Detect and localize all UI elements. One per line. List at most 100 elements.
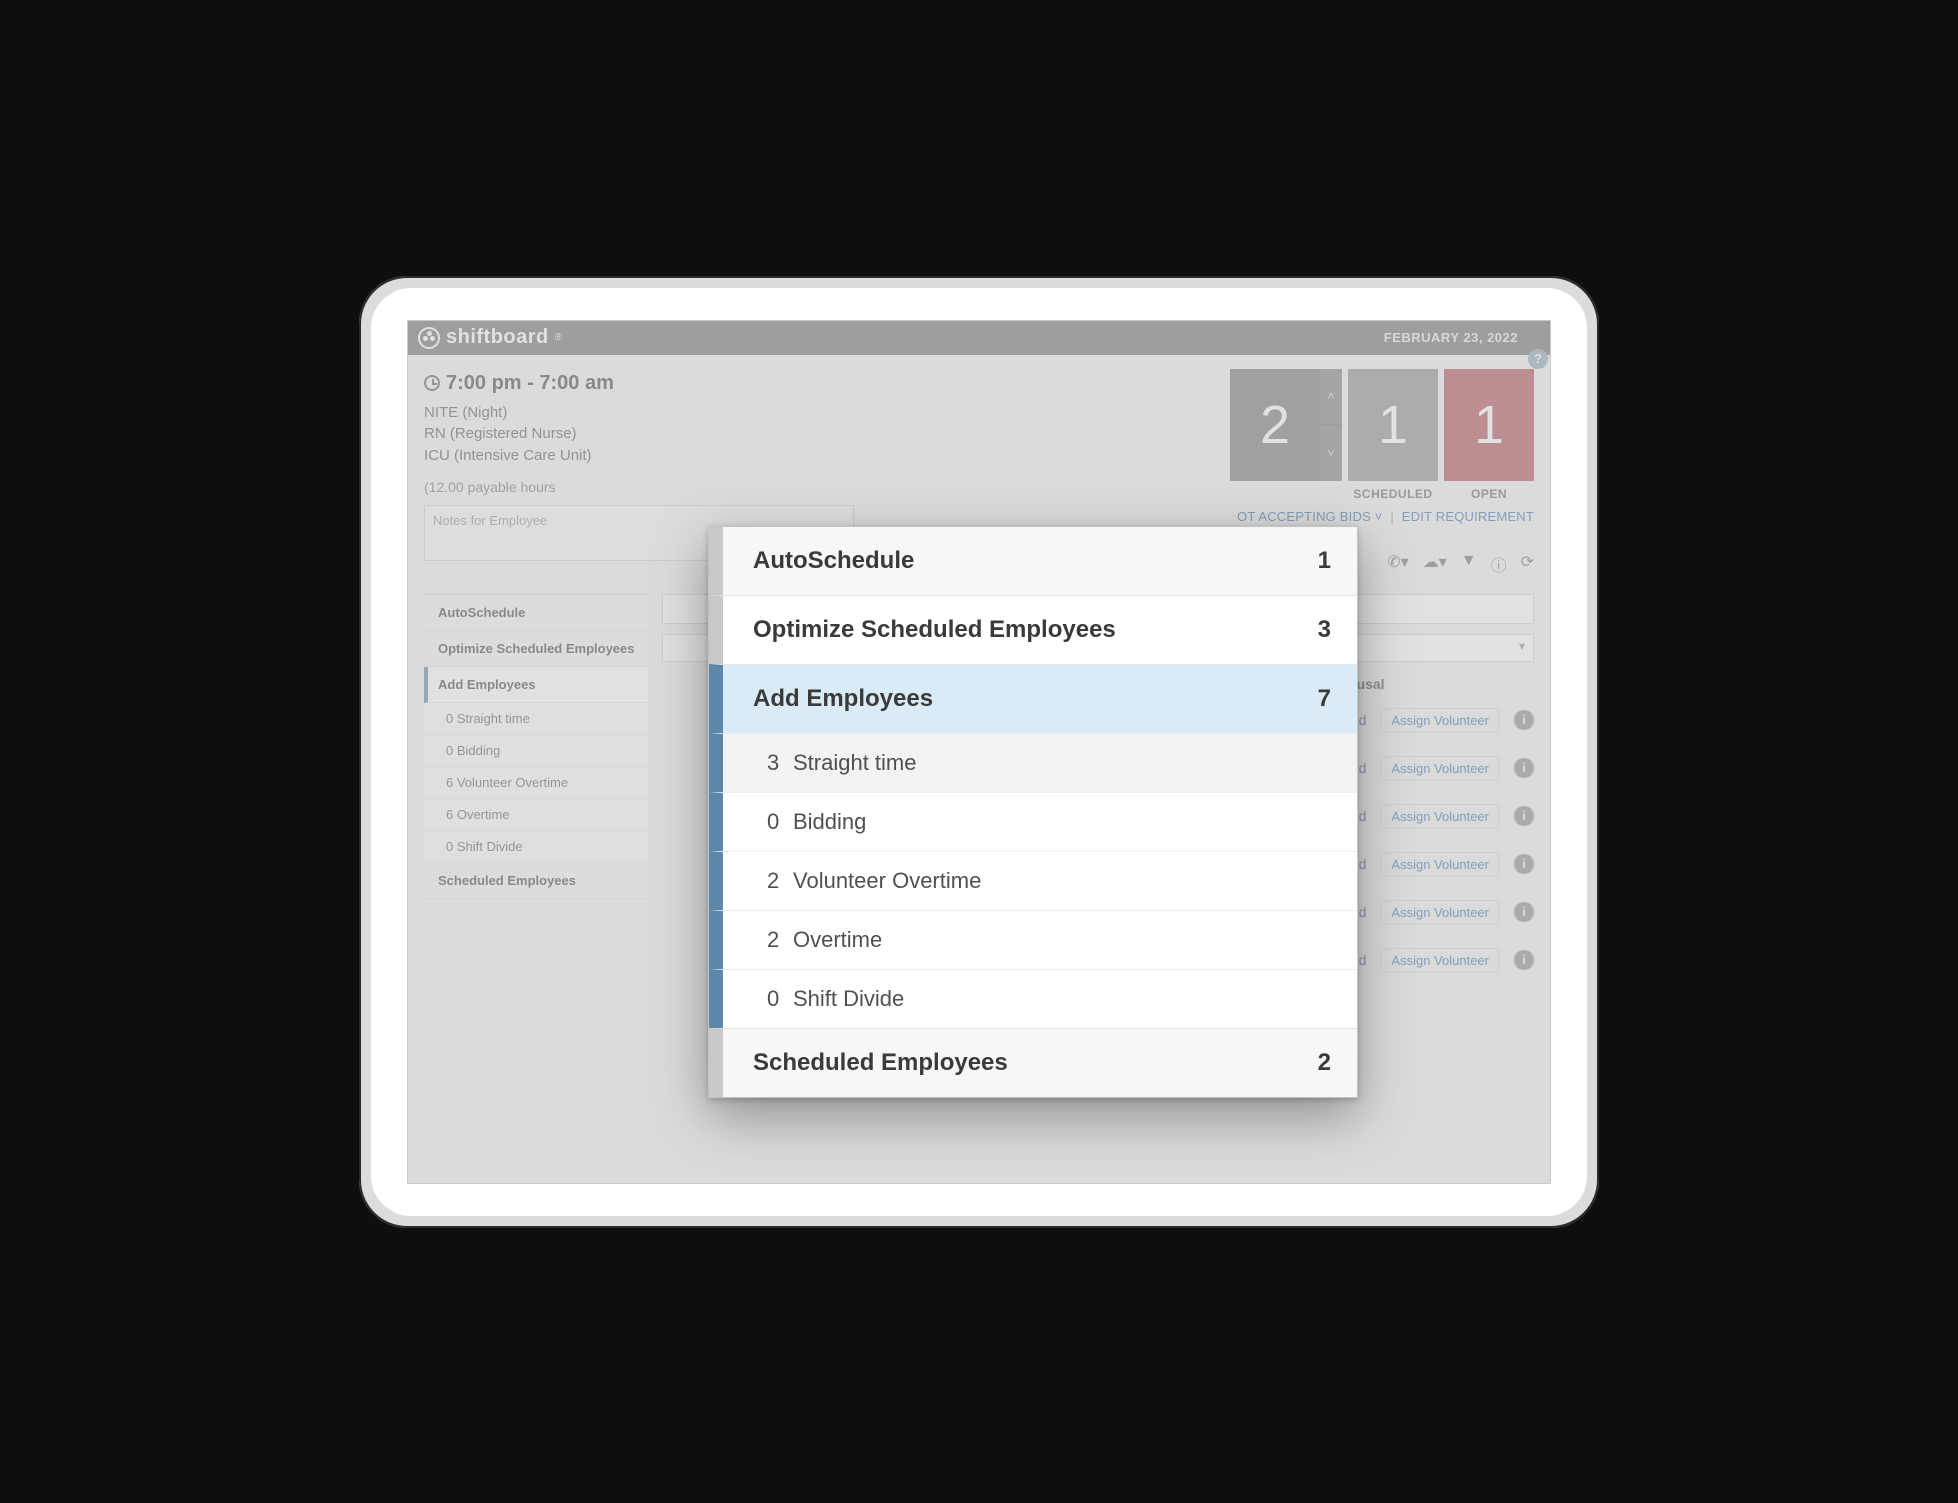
edit-requirement-link[interactable]: EDIT REQUIREMENT [1402,509,1534,524]
counter-scheduled-value: 1 [1378,394,1408,456]
sidebar-sub-0-label: 0 Straight time [446,711,530,726]
phone-icon[interactable]: ✆▾ [1387,552,1408,576]
sidebar: AutoSchedule Optimize Scheduled Employee… [424,594,648,979]
filter-icon[interactable]: ▼ [1461,552,1477,576]
tablet-bezel: shiftboard® FEBRUARY 23, 2022 ? 7:00 pm … [371,288,1587,1216]
brand-logo-icon [418,327,440,349]
refresh-icon[interactable]: ⟳ [1521,552,1534,576]
counter-required-value: 2 [1260,394,1290,456]
stepper-up-icon[interactable]: ˄ [1320,369,1342,425]
payable-hours: (12.00 payable hours [424,477,854,497]
counter-required-tile: 2 [1230,369,1320,481]
popover-sub-label: Overtime [793,927,882,953]
popover-sub-label: Bidding [793,809,866,835]
shift-line-1: NITE (Night) [424,402,854,424]
sidebar-sub-volunteer-overtime[interactable]: 6 Volunteer Overtime [424,767,648,799]
popover-row-count: 3 [1318,616,1331,644]
row-info-icon[interactable]: i [1514,758,1534,778]
counter-open-label: OPEN [1444,487,1534,501]
popover-sub-label: Shift Divide [793,986,904,1012]
counter-open: 1 OPEN [1444,369,1534,501]
required-stepper: ˄ ˅ [1320,369,1342,481]
popover-sub-bidding[interactable]: 0 Bidding [709,792,1357,851]
notes-placeholder: Notes for Employee [433,513,547,528]
sidebar-sub-2-label: 6 Volunteer Overtime [446,775,568,790]
popover-sub-count: 3 [767,750,783,776]
shift-time: 7:00 pm - 7:00 am [424,369,854,398]
link-separator: | [1390,509,1394,524]
clock-icon [424,375,440,391]
category-popover: AutoSchedule 1 Optimize Scheduled Employee… [708,526,1358,1098]
popover-row-optimize-scheduled-employees[interactable]: Optimize Scheduled Employees 3 [709,595,1357,664]
popover-row-count: 2 [1318,1049,1331,1077]
popover-sub-shift-divide[interactable]: 0 Shift Divide [709,969,1357,1028]
refusal-heading: Refusal [1334,676,1534,692]
row-info-icon[interactable]: i [1514,710,1534,730]
popover-row-label: Scheduled Employees [753,1049,1008,1077]
sidebar-sub-shift-divide[interactable]: 0 Shift Divide [424,831,648,863]
counter-scheduled-label: SCHEDULED [1348,487,1438,501]
cloud-icon[interactable]: ☁▾ [1423,552,1447,576]
counter-required: 2 ˄ ˅ [1230,369,1342,481]
sidebar-item-optimize[interactable]: Optimize Scheduled Employees [424,631,648,667]
sidebar-item-autoschedule[interactable]: AutoSchedule [424,595,648,631]
sidebar-sub-bidding[interactable]: 0 Bidding [424,735,648,767]
shift-line-2: RN (Registered Nurse) [424,423,854,445]
topbar: shiftboard® FEBRUARY 23, 2022 ? [408,321,1550,355]
brand: shiftboard ® [418,326,563,349]
row-info-icon[interactable]: i [1514,806,1534,826]
app-screen: shiftboard® FEBRUARY 23, 2022 ? 7:00 pm … [407,320,1551,1184]
popover-row-label: AutoSchedule [753,547,914,575]
assign-volunteer-button[interactable]: Assign Volunteer [1380,900,1500,925]
popover-row-add-employees[interactable]: Add Employees 7 [709,664,1357,733]
shift-line-3: ICU (Intensive Care Unit) [424,445,854,467]
sidebar-item-scheduled-employees[interactable]: Scheduled Employees [424,863,648,899]
header-links: OT ACCEPTING BIDS ˅ | EDIT REQUIREMENT [1230,509,1534,524]
tablet-frame: shiftboard® FEBRUARY 23, 2022 ? 7:00 pm … [359,276,1599,1228]
row-info-icon[interactable]: i [1514,950,1534,970]
popover-sub-straight-time[interactable]: 3 Straight time [709,733,1357,792]
sidebar-optimize-label: Optimize Scheduled Employees [438,641,635,656]
sidebar-sub-straight-time[interactable]: 0 Straight time [424,703,648,735]
assign-volunteer-button[interactable]: Assign Volunteer [1380,948,1500,973]
sidebar-add-label: Add Employees [438,677,536,692]
sidebar-auto-label: AutoSchedule [438,605,525,620]
assign-volunteer-button[interactable]: Assign Volunteer [1380,708,1500,733]
counter-open-value: 1 [1474,394,1504,456]
shift-time-text: 7:00 pm - 7:00 am [446,369,614,398]
info-icon[interactable]: ⓘ [1491,552,1507,576]
popover-row-count: 7 [1318,685,1331,713]
popover-row-scheduled-employees[interactable]: Scheduled Employees 2 [709,1028,1357,1097]
assign-volunteer-button[interactable]: Assign Volunteer [1380,852,1500,877]
assign-volunteer-button[interactable]: Assign Volunteer [1380,756,1500,781]
sidebar-sched-label: Scheduled Employees [438,873,576,888]
popover-sub-count: 2 [767,868,783,894]
popover-row-label: Add Employees [753,685,933,713]
sidebar-sub-1-label: 0 Bidding [446,743,500,758]
brand-reg-mark: ® [555,332,563,343]
popover-sub-label: Straight time [793,750,917,776]
popover-row-label: Optimize Scheduled Employees [753,616,1116,644]
counter-scheduled: 1 SCHEDULED [1348,369,1438,501]
counter-open-tile: 1 [1444,369,1534,481]
row-info-icon[interactable]: i [1514,854,1534,874]
accepting-bids-link[interactable]: OT ACCEPTING BIDS ˅ [1237,509,1383,524]
sidebar-item-add-employees[interactable]: Add Employees [424,667,648,703]
popover-sub-overtime[interactable]: 2 Overtime [709,910,1357,969]
popover-sub-count: 0 [767,809,783,835]
popover-row-count: 1 [1318,547,1331,575]
stepper-down-icon[interactable]: ˅ [1320,425,1342,481]
popover-sub-count: 0 [767,986,783,1012]
brand-text: shiftboard [446,326,549,349]
sidebar-sub-overtime[interactable]: 6 Overtime [424,799,648,831]
sidebar-sub-3-label: 6 Overtime [446,807,510,822]
sidebar-sub-4-label: 0 Shift Divide [446,839,523,854]
popover-sub-label: Volunteer Overtime [793,868,981,894]
popover-sub-count: 2 [767,927,783,953]
assign-volunteer-button[interactable]: Assign Volunteer [1380,804,1500,829]
counter-scheduled-tile: 1 [1348,369,1438,481]
popover-row-autoschedule[interactable]: AutoSchedule 1 [709,527,1357,595]
popover-sub-volunteer-overtime[interactable]: 2 Volunteer Overtime [709,851,1357,910]
row-info-icon[interactable]: i [1514,902,1534,922]
header-date: FEBRUARY 23, 2022 [1384,330,1518,345]
